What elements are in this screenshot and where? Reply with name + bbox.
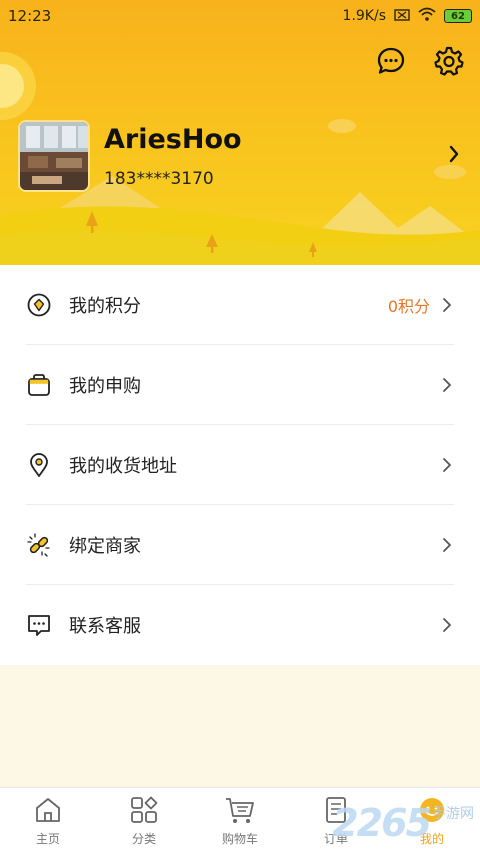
link-icon	[26, 532, 52, 558]
menu-label: 绑定商家	[69, 536, 141, 557]
status-bar: 12:23 1.9K/s 62	[0, 0, 480, 32]
tab-cart[interactable]: 购物车	[192, 788, 288, 853]
sim-icon	[394, 7, 410, 25]
menu-label: 我的收货地址	[69, 456, 177, 477]
bag-icon	[26, 372, 52, 398]
category-icon	[128, 794, 160, 826]
wifi-icon	[418, 7, 436, 25]
chevron-right-icon[interactable]	[448, 144, 460, 168]
menu-label: 联系客服	[69, 616, 141, 637]
chevron-right-icon	[442, 538, 456, 552]
watermark-logo: 2265 手游网	[332, 801, 474, 845]
home-icon	[32, 794, 64, 826]
chevron-right-icon	[442, 618, 456, 632]
watermark-number: 2265	[332, 801, 432, 845]
battery-icon: 62	[444, 9, 472, 23]
status-time: 12:23	[8, 7, 52, 25]
chevron-right-icon	[442, 378, 456, 392]
location-pin-icon	[26, 452, 52, 478]
menu-item-customer-service[interactable]: 联系客服	[0, 585, 480, 665]
menu-item-address[interactable]: 我的收货地址	[0, 425, 480, 505]
cart-icon	[224, 794, 256, 826]
tab-category[interactable]: 分类	[96, 788, 192, 853]
avatar[interactable]	[18, 120, 90, 192]
menu-item-purchases[interactable]: 我的申购	[0, 345, 480, 425]
tab-label: 分类	[131, 832, 156, 846]
chevron-right-icon	[442, 458, 456, 472]
network-speed: 1.9K/s	[342, 8, 386, 24]
username: AriesHoo	[104, 124, 242, 155]
gear-icon[interactable]	[432, 44, 466, 78]
message-icon	[26, 612, 52, 638]
profile-header: 12:23 1.9K/s 62 AriesHoo 183****3170	[0, 0, 480, 265]
chat-bubble-icon[interactable]	[374, 44, 408, 78]
tab-label: 购物车	[221, 832, 258, 846]
watermark-text: 手游网	[432, 806, 474, 822]
menu-label: 我的申购	[69, 376, 141, 397]
phone-number: 183****3170	[104, 169, 214, 189]
menu-label: 我的积分	[69, 296, 141, 317]
tab-label: 主页	[35, 832, 60, 846]
menu-item-bind-merchant[interactable]: 绑定商家	[0, 505, 480, 585]
menu-item-points[interactable]: 我的积分 0积分	[0, 265, 480, 345]
menu-list: 我的积分 0积分 我的申购 我的收货地址 绑定商家 联系客服	[0, 265, 480, 665]
points-icon	[26, 292, 52, 318]
tab-home[interactable]: 主页	[0, 788, 96, 853]
points-value: 0积分	[387, 297, 430, 316]
chevron-right-icon	[442, 298, 456, 312]
